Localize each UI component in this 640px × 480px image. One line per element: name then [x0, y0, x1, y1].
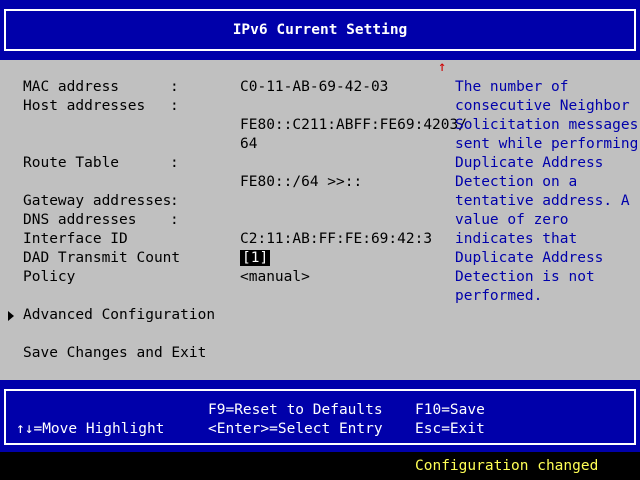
- submenu-arrow-icon: [8, 311, 14, 321]
- settings-panel: MAC address : C0-11-AB-69-42-03 Host add…: [0, 60, 640, 380]
- save-hint: F10=Save: [415, 402, 485, 418]
- host-address-value: FE80::C211:ABFF:FE69:4203/: [240, 117, 467, 133]
- exit-hint: Esc=Exit: [415, 421, 485, 437]
- gateway-addresses-colon: :: [170, 193, 179, 209]
- help-text: The number of consecutive Neighbor Solic…: [455, 79, 639, 304]
- mac-address-label: MAC address: [23, 79, 120, 95]
- header-bar: IPv6 Current Setting: [0, 0, 640, 60]
- interface-id-label: Interface ID: [23, 231, 128, 247]
- page-title: IPv6 Current Setting: [4, 9, 636, 51]
- route-table-label: Route Table: [23, 155, 120, 171]
- host-address-prefix: 64: [240, 136, 258, 152]
- host-addresses-label: Host addresses: [23, 98, 146, 114]
- interface-id-value: C2:11:AB:FF:FE:69:42:3: [240, 231, 433, 247]
- route-table-value: FE80::/64 >>::: [240, 174, 363, 190]
- move-highlight-hint: ↑↓=Move Highlight: [16, 421, 165, 437]
- dad-transmit-count-label: DAD Transmit Count: [23, 250, 181, 266]
- gateway-addresses-label: Gateway addresses: [23, 193, 172, 209]
- save-changes-and-exit-item[interactable]: Save Changes and Exit: [23, 344, 206, 363]
- advanced-configuration-item[interactable]: Advanced Configuration: [23, 306, 215, 325]
- footer-bar: F9=Reset to Defaults F10=Save ↑↓=Move Hi…: [0, 380, 640, 452]
- dns-addresses-colon: :: [170, 212, 179, 228]
- status-bar: Configuration changed: [0, 452, 640, 480]
- dns-addresses-label: DNS addresses: [23, 212, 137, 228]
- mac-address-value: C0-11-AB-69-42-03: [240, 79, 389, 95]
- policy-label: Policy: [23, 269, 76, 285]
- route-table-colon: :: [170, 155, 179, 171]
- scroll-up-arrow-icon: ↑: [438, 59, 447, 75]
- select-entry-hint: <Enter>=Select Entry: [208, 421, 383, 437]
- status-message: Configuration changed: [415, 458, 599, 474]
- mac-address-colon: :: [170, 79, 179, 95]
- dad-transmit-count-value[interactable]: [1]: [240, 250, 271, 266]
- key-legend: F9=Reset to Defaults F10=Save ↑↓=Move Hi…: [4, 389, 636, 445]
- reset-defaults-hint: F9=Reset to Defaults: [208, 402, 383, 418]
- policy-dropdown[interactable]: <manual>: [240, 268, 310, 287]
- dad-transmit-count-field[interactable]: [1]: [240, 249, 271, 268]
- host-addresses-colon: :: [170, 98, 179, 114]
